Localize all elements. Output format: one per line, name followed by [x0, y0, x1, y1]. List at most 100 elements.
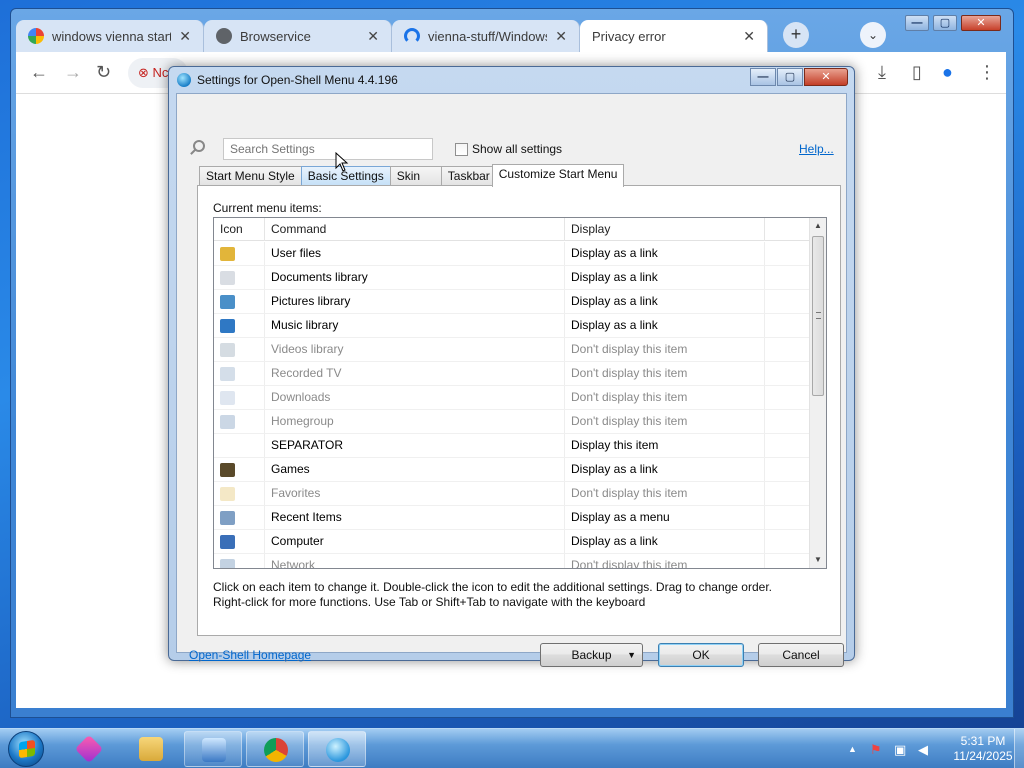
taskbar-item[interactable] [184, 731, 242, 767]
close-icon[interactable]: ✕ [555, 28, 567, 45]
row-command[interactable]: SEPARATOR [265, 434, 565, 457]
action-center-icon[interactable]: ⚑ [870, 742, 882, 758]
row-icon-cell[interactable] [214, 410, 265, 433]
show-hidden-icons-icon[interactable]: ▲ [848, 744, 857, 754]
tab-skin[interactable]: Skin [389, 166, 442, 186]
menu-items-list[interactable]: Icon Command Display User files Display a… [213, 217, 827, 569]
row-icon-cell[interactable] [214, 386, 265, 409]
row-icon-cell[interactable] [214, 434, 265, 457]
show-desktop-button[interactable] [1014, 729, 1024, 768]
browser-tab[interactable]: Browservice ✕ [204, 20, 392, 52]
list-item[interactable]: Computer Display as a link [214, 530, 810, 554]
list-item[interactable]: Recorded TV Don't display this item [214, 362, 810, 386]
column-header-icon[interactable]: Icon [214, 218, 265, 241]
browser-tab-active[interactable]: Privacy error ✕ [580, 20, 768, 52]
row-command[interactable]: Music library [265, 314, 565, 337]
list-item[interactable]: Recent Items Display as a menu [214, 506, 810, 530]
row-display[interactable]: Don't display this item [565, 386, 765, 409]
list-item[interactable]: Downloads Don't display this item [214, 386, 810, 410]
taskbar-item[interactable] [122, 731, 180, 767]
row-icon-cell[interactable] [214, 314, 265, 337]
row-command[interactable]: Recorded TV [265, 362, 565, 385]
browser-tab[interactable]: vienna-stuff/Windows ✕ [392, 20, 580, 52]
dialog-minimize-button[interactable]: — [750, 68, 776, 86]
checkbox-box[interactable] [455, 142, 468, 156]
show-all-settings-checkbox[interactable]: Show all settings [455, 142, 562, 156]
list-item[interactable]: Homegroup Don't display this item [214, 410, 810, 434]
browser-tab[interactable]: windows vienna start m ✕ [16, 20, 204, 52]
row-command[interactable]: Network [265, 554, 565, 568]
network-icon[interactable]: ▣ [894, 742, 906, 758]
tab-taskbar[interactable]: Taskbar [440, 166, 493, 186]
clock[interactable]: 5:31 PM 11/24/2025 [946, 734, 1020, 764]
row-display[interactable]: Don't display this item [565, 338, 765, 361]
tab-search-button[interactable]: ⌄ [860, 22, 886, 48]
row-command[interactable]: Downloads [265, 386, 565, 409]
scroll-up-icon[interactable]: ▲ [810, 218, 826, 234]
back-icon[interactable]: ← [30, 62, 48, 83]
row-icon-cell[interactable] [214, 482, 265, 505]
column-header-command[interactable]: Command [265, 218, 565, 241]
download-icon[interactable]: ⤓ [878, 62, 886, 83]
search-input[interactable] [223, 138, 433, 160]
dialog-close-button[interactable]: ✕ [804, 68, 848, 86]
row-command[interactable]: User files [265, 242, 565, 265]
row-display[interactable]: Display as a link [565, 314, 765, 337]
profile-icon[interactable]: ● [942, 62, 953, 83]
taskbar-item[interactable] [246, 731, 304, 767]
list-item[interactable]: Videos library Don't display this item [214, 338, 810, 362]
ok-button[interactable]: OK [658, 643, 744, 667]
browser-maximize-button[interactable]: ▢ [933, 15, 957, 31]
row-command[interactable]: Homegroup [265, 410, 565, 433]
row-icon-cell[interactable] [214, 530, 265, 553]
list-item[interactable]: Music library Display as a link [214, 314, 810, 338]
row-display[interactable]: Display this item [565, 434, 765, 457]
homepage-link[interactable]: Open-Shell Homepage [189, 648, 311, 662]
list-item[interactable]: Network Don't display this item [214, 554, 810, 568]
row-command[interactable]: Games [265, 458, 565, 481]
browser-minimize-button[interactable]: — [905, 15, 929, 31]
start-button[interactable] [8, 731, 44, 767]
row-icon-cell[interactable] [214, 290, 265, 313]
menu-icon[interactable]: ⋮ [978, 62, 996, 83]
row-icon-cell[interactable] [214, 266, 265, 289]
help-link[interactable]: Help... [799, 142, 834, 156]
close-icon[interactable]: ✕ [743, 28, 755, 45]
scroll-thumb[interactable] [812, 236, 824, 396]
row-command[interactable]: Favorites [265, 482, 565, 505]
list-item[interactable]: Pictures library Display as a link [214, 290, 810, 314]
cancel-button[interactable]: Cancel [758, 643, 844, 667]
close-icon[interactable]: ✕ [367, 28, 379, 45]
list-item[interactable]: Favorites Don't display this item [214, 482, 810, 506]
list-scrollbar[interactable]: ▲ ▼ [809, 218, 826, 568]
volume-icon[interactable]: ◀ [918, 742, 928, 758]
tab-start-menu-style[interactable]: Start Menu Style [199, 166, 302, 186]
row-display[interactable]: Display as a link [565, 290, 765, 313]
row-command[interactable]: Videos library [265, 338, 565, 361]
row-display[interactable]: Display as a link [565, 266, 765, 289]
row-display[interactable]: Display as a link [565, 530, 765, 553]
column-header-display[interactable]: Display [565, 218, 765, 241]
row-icon-cell[interactable] [214, 554, 265, 568]
row-icon-cell[interactable] [214, 362, 265, 385]
row-display[interactable]: Don't display this item [565, 554, 765, 568]
row-icon-cell[interactable] [214, 458, 265, 481]
row-display[interactable]: Don't display this item [565, 362, 765, 385]
list-item[interactable]: Games Display as a link [214, 458, 810, 482]
row-display[interactable]: Display as a link [565, 458, 765, 481]
row-command[interactable]: Computer [265, 530, 565, 553]
new-tab-button[interactable]: + [783, 22, 809, 48]
list-item[interactable]: User files Display as a link [214, 242, 810, 266]
close-icon[interactable]: ✕ [179, 28, 191, 45]
side-panel-icon[interactable]: ▯ [912, 62, 922, 83]
taskbar-item-active[interactable] [308, 731, 366, 767]
forward-icon[interactable]: → [64, 62, 82, 83]
row-command[interactable]: Pictures library [265, 290, 565, 313]
row-display[interactable]: Display as a link [565, 242, 765, 265]
backup-button[interactable]: Backup ▼ [540, 643, 643, 667]
row-display[interactable]: Don't display this item [565, 482, 765, 505]
row-icon-cell[interactable] [214, 506, 265, 529]
tab-customize-start-menu[interactable]: Customize Start Menu [491, 164, 625, 187]
row-display[interactable]: Display as a menu [565, 506, 765, 529]
dialog-maximize-button[interactable]: ▢ [777, 68, 803, 86]
